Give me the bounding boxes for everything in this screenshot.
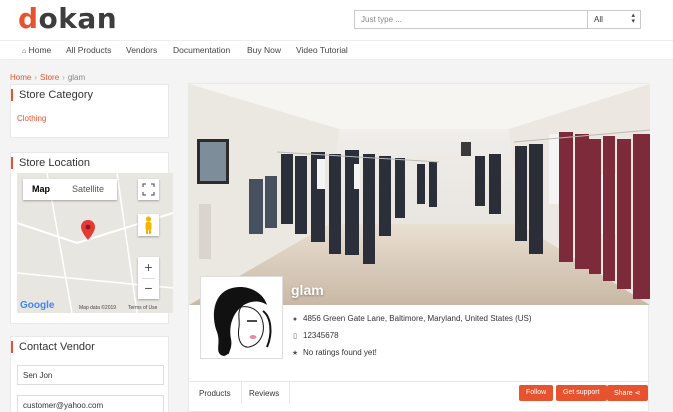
nav-item-all-products[interactable]: All Products bbox=[66, 45, 111, 55]
tab-products[interactable]: Products bbox=[189, 382, 242, 404]
breadcrumb-home[interactable]: Home bbox=[10, 73, 31, 82]
contact-email-field[interactable]: customer@yahoo.com bbox=[17, 395, 164, 412]
street-view-pegman[interactable] bbox=[138, 214, 159, 236]
follow-button[interactable]: Follow bbox=[519, 385, 554, 401]
pegman-icon bbox=[145, 216, 152, 234]
nav-item-video-tutorial[interactable]: Video Tutorial bbox=[296, 45, 348, 55]
nav-item-vendors[interactable]: Vendors bbox=[126, 45, 157, 55]
select-arrows-icon: ▴ ▾ bbox=[631, 12, 635, 25]
search-category-select[interactable]: All ▴ ▾ bbox=[588, 10, 641, 29]
avatar-illustration bbox=[201, 277, 282, 358]
store-rating: ★ No ratings found yet! bbox=[291, 348, 377, 357]
google-logo: Google bbox=[20, 300, 55, 311]
breadcrumb: Home › Store › glam bbox=[10, 73, 86, 82]
zoom-in-button[interactable]: + bbox=[138, 257, 159, 278]
share-icon: ⋖ bbox=[634, 390, 641, 397]
fullscreen-icon bbox=[142, 183, 155, 196]
widget-title: Store Category bbox=[11, 89, 93, 101]
zoom-controls: + − bbox=[138, 257, 159, 299]
widget-title: Store Location bbox=[11, 157, 90, 169]
get-support-button[interactable]: Get support bbox=[556, 385, 607, 401]
store-banner-illustration bbox=[189, 84, 650, 305]
map-tab[interactable]: Map bbox=[32, 184, 50, 194]
store-location-widget: Store Location Map Satellite + − Google … bbox=[10, 152, 173, 324]
map-type-toggle: Map Satellite bbox=[23, 179, 117, 200]
store-address: ● 4856 Green Gate Lane, Baltimore, Maryla… bbox=[290, 314, 532, 323]
nav-item-home[interactable]: ⌂ Home bbox=[22, 45, 51, 55]
breadcrumb-current: glam bbox=[67, 73, 86, 82]
dokan-logo[interactable]: dokan bbox=[18, 2, 117, 35]
share-button[interactable]: Share ⋖ bbox=[607, 385, 648, 401]
main-nav: ⌂ Home All Products Vendors Documentatio… bbox=[0, 40, 673, 60]
zoom-out-button[interactable]: − bbox=[138, 278, 159, 299]
contact-vendor-widget: Contact Vendor Sen Jon customer@yahoo.co… bbox=[10, 336, 169, 412]
store-banner-image bbox=[189, 84, 650, 305]
store-category-widget: Store Category Clothing bbox=[10, 84, 169, 138]
contact-name-field[interactable]: Sen Jon bbox=[17, 365, 164, 385]
satellite-tab[interactable]: Satellite bbox=[72, 184, 104, 194]
store-map[interactable]: Map Satellite + − Google Map data ©2019 … bbox=[17, 173, 173, 313]
map-data-label: Map data ©2019 bbox=[79, 305, 117, 311]
tab-reviews[interactable]: Reviews bbox=[239, 382, 291, 404]
store-name: glam bbox=[291, 282, 324, 298]
site-header: dokan All ▴▾ bbox=[0, 0, 673, 40]
category-link-clothing[interactable]: Clothing bbox=[17, 114, 46, 123]
nav-item-buy-now[interactable]: Buy Now bbox=[247, 45, 281, 55]
store-avatar bbox=[200, 276, 283, 359]
terms-of-use-link[interactable]: Terms of Use bbox=[128, 305, 157, 311]
search-input[interactable] bbox=[354, 10, 588, 29]
home-icon: ⌂ bbox=[22, 48, 27, 55]
breadcrumb-store[interactable]: Store bbox=[40, 73, 59, 82]
map-marker-icon: ● bbox=[292, 316, 298, 323]
map-marker-icon[interactable] bbox=[81, 220, 95, 240]
store-phone: ▯ 12345678 bbox=[290, 331, 339, 340]
store-profile: glam ● 4856 Green Gate Lane, Baltimore, M… bbox=[188, 83, 650, 412]
star-icon: ★ bbox=[291, 350, 299, 357]
fullscreen-button[interactable] bbox=[138, 179, 159, 200]
widget-title: Contact Vendor bbox=[11, 341, 95, 353]
mobile-phone-icon: ▯ bbox=[293, 333, 297, 340]
nav-item-documentation[interactable]: Documentation bbox=[173, 45, 230, 55]
